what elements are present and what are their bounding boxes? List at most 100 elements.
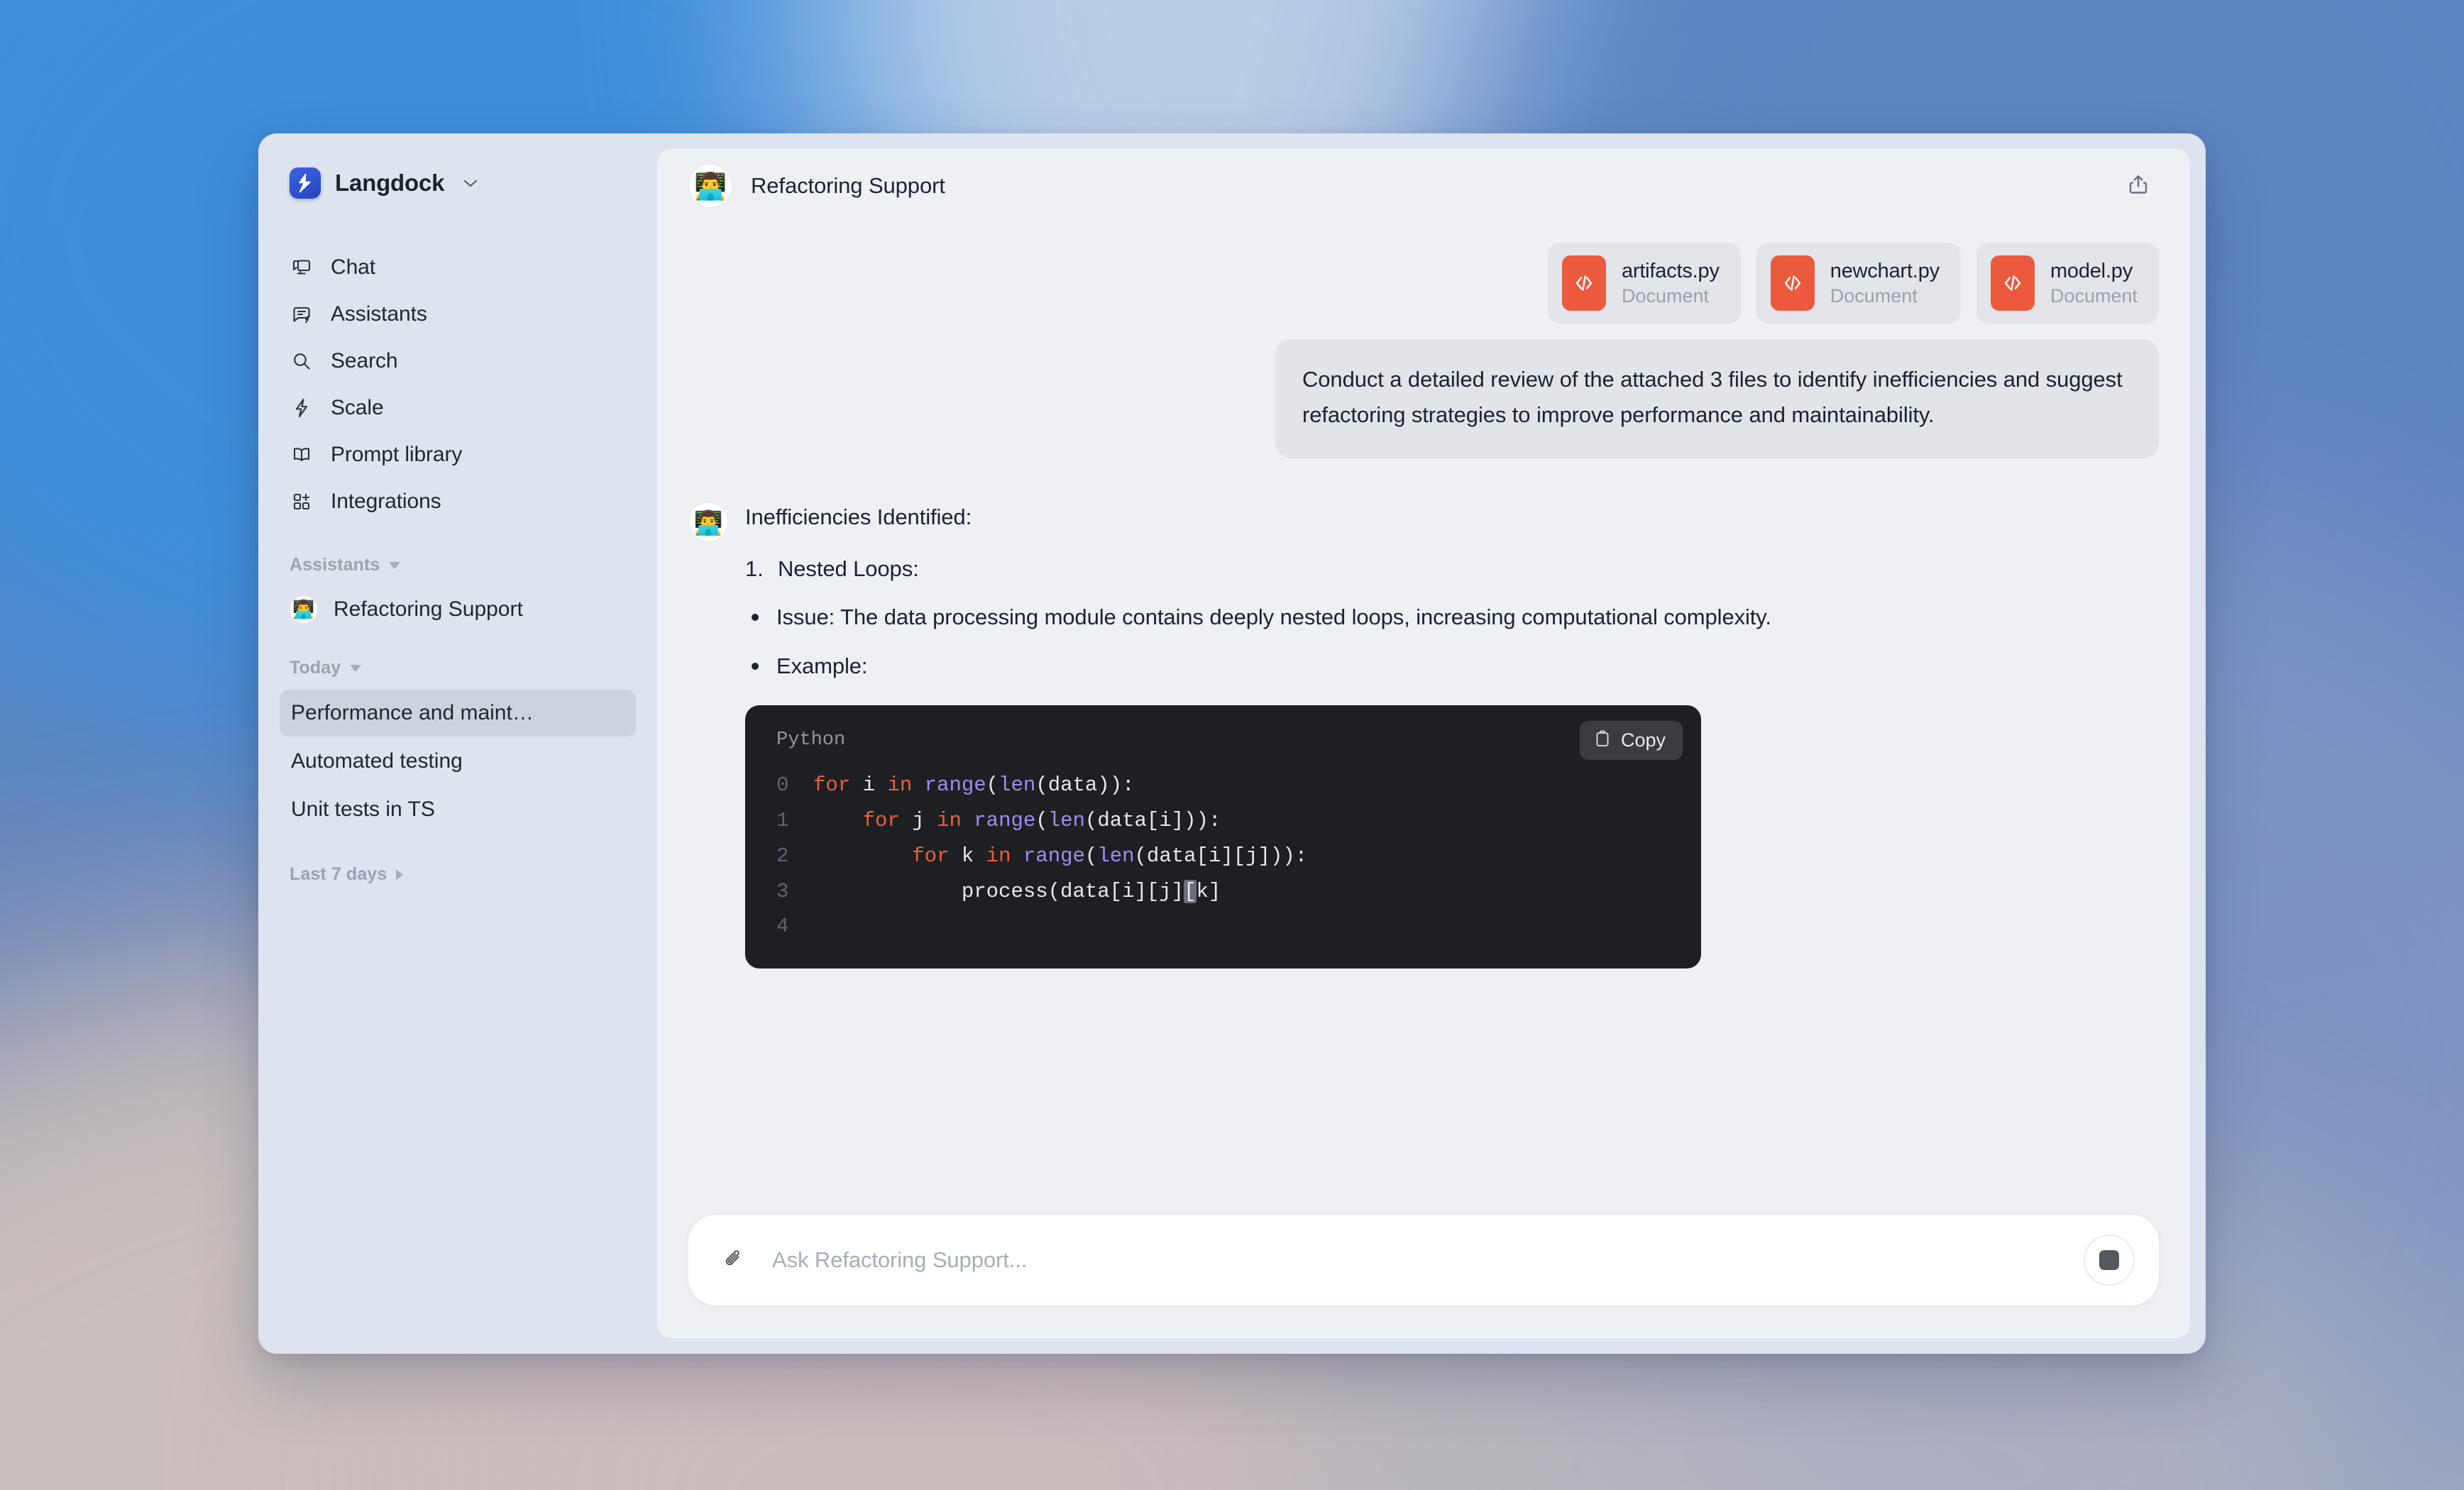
code-file-icon (1990, 255, 2035, 311)
last-7-days-section-title: Last 7 days (290, 864, 387, 884)
grid-plus-icon (290, 490, 314, 514)
user-message: Conduct a detailed review of the attache… (1275, 339, 2159, 459)
attachment-type: Document (1621, 285, 1709, 307)
chevron-right-icon (396, 868, 404, 881)
share-upload-icon (2127, 173, 2150, 199)
code-line: 0 for i in range(len(data)): (745, 768, 1701, 803)
attachment-meta: artifacts.py Document (1622, 260, 1720, 307)
share-button[interactable] (2118, 165, 2159, 206)
page-title: Refactoring Support (751, 173, 945, 198)
avatar: 👨‍💻 (290, 595, 318, 624)
sidebar-item-label: Chat (331, 255, 375, 279)
attachment-name: artifacts.py (1621, 259, 1720, 282)
chat-item-unit-tests-in-ts[interactable]: Unit tests in TS (280, 786, 636, 833)
attachment-type: Document (2050, 285, 2138, 307)
code-file-icon (1770, 255, 1815, 311)
bullet-list: Issue: The data processing module contai… (745, 600, 2159, 683)
sidebar-item-integrations[interactable]: Integrations (280, 480, 636, 524)
app-window: Langdock Chat Assistants Search Scale Pr… (258, 133, 2206, 1354)
assistant-lead-text: Inefficiencies Identified: (745, 504, 972, 530)
user-message-text: Conduct a detailed review of the attache… (1302, 367, 2123, 428)
code-line-text: for k in range(len(data[i][j])): (912, 844, 1308, 868)
code-line: 2 for k in range(len(data[i][j])): (745, 839, 1701, 874)
langdock-logo-icon (290, 167, 321, 199)
list-item: Nested Loops: (745, 553, 2159, 586)
sidebar-item-chat[interactable]: Chat (280, 245, 636, 289)
stop-generation-button[interactable] (2084, 1235, 2135, 1286)
chevron-down-icon (350, 664, 362, 672)
copy-code-label: Copy (1620, 729, 1666, 751)
sidebar-item-assistants[interactable]: Assistants (280, 292, 636, 336)
code-language-label: Python (776, 729, 846, 751)
sidebar: Langdock Chat Assistants Search Scale Pr… (258, 133, 657, 1354)
assistant-name: Refactoring Support (334, 597, 523, 621)
chat-item-automated-testing[interactable]: Automated testing (280, 738, 636, 785)
chat-header: 👨‍💻 Refactoring Support (657, 149, 2190, 223)
code-line: 1 for j in range(len(data[i])): (745, 803, 1701, 839)
message-scroll-area[interactable]: artifacts.py Document newchart.py Docume… (688, 223, 2159, 1215)
attachment-name: model.py (2050, 259, 2133, 282)
assistants-section-header[interactable]: Assistants (280, 555, 636, 575)
copy-code-button[interactable]: Copy (1579, 720, 1683, 760)
primary-navigation: Chat Assistants Search Scale Prompt libr… (280, 245, 636, 524)
attach-file-button[interactable] (714, 1240, 754, 1280)
today-section-title: Today (290, 658, 341, 678)
composer-wrapper (657, 1215, 2190, 1338)
sidebar-item-label: Integrations (331, 490, 441, 513)
main-panel: 👨‍💻 Refactoring Support (657, 149, 2190, 1338)
assistant-message: 👨‍💻 Inefficiencies Identified: Nested Lo… (688, 501, 2159, 969)
code-line-number: 1 (776, 808, 789, 832)
attachment-card-model-py[interactable]: model.py Document (1976, 243, 2159, 324)
code-line-number: 4 (776, 915, 789, 939)
chevron-down-icon (389, 561, 401, 569)
sidebar-assistant-refactoring-support[interactable]: 👨‍💻 Refactoring Support (280, 587, 636, 632)
chat-item-performance-and-maintainability[interactable]: Performance and maint… (280, 690, 636, 736)
stop-square-icon (2099, 1250, 2119, 1270)
code-line-number: 2 (776, 844, 789, 868)
sidebar-item-label: Search (331, 349, 398, 372)
clipboard-icon (1594, 729, 1611, 751)
message-input[interactable] (754, 1247, 2084, 1273)
attachment-card-artifacts-py[interactable]: artifacts.py Document (1547, 243, 1741, 324)
sidebar-item-label: Scale (331, 396, 384, 419)
code-line-text: for i in range(len(data)): (813, 773, 1135, 797)
list-item: Example: (745, 649, 2159, 684)
code-line-text: process(data[i][j][k] (813, 879, 1221, 903)
attachment-meta: newchart.py Document (1830, 260, 1940, 307)
avatar: 👨‍💻 (688, 164, 732, 208)
code-block: Python Copy 0 for i in range(len(data)):… (745, 705, 1701, 969)
chat-history-today: Performance and maint… Automated testing… (280, 690, 636, 833)
today-section-header[interactable]: Today (280, 658, 636, 678)
code-line-number: 3 (776, 879, 789, 903)
code-line-text: for j in range(len(data[i])): (862, 808, 1221, 832)
attachment-type: Document (1830, 285, 1918, 307)
code-file-icon (1561, 255, 1606, 311)
brand-switcher[interactable]: Langdock (280, 167, 636, 199)
sidebar-item-label: Assistants (331, 302, 427, 326)
attachment-card-newchart-py[interactable]: newchart.py Document (1756, 243, 1961, 324)
code-line: 4 (745, 909, 1701, 944)
paperclip-icon (722, 1247, 745, 1274)
attachment-name: newchart.py (1830, 259, 1940, 282)
lightning-bolt-icon (290, 396, 314, 420)
search-icon (290, 349, 314, 373)
code-line: 3 process(data[i][j][k] (745, 874, 1701, 910)
attachment-meta: model.py Document (2050, 260, 2138, 307)
last-7-days-section-header[interactable]: Last 7 days (280, 864, 636, 885)
message-composer (688, 1215, 2159, 1306)
brand-name: Langdock (335, 170, 445, 196)
conversation: artifacts.py Document newchart.py Docume… (657, 223, 2190, 1215)
sidebar-item-scale[interactable]: Scale (280, 386, 636, 430)
attachment-row: artifacts.py Document newchart.py Docume… (688, 243, 2159, 324)
code-line-number: 0 (776, 773, 789, 797)
chat-bubbles-icon (290, 255, 314, 280)
sidebar-item-search[interactable]: Search (280, 339, 636, 383)
assistants-section-title: Assistants (290, 555, 380, 575)
chevron-down-icon[interactable] (463, 178, 478, 188)
avatar: 👨‍💻 (688, 502, 728, 543)
list-item: Issue: The data processing module contai… (745, 600, 2159, 635)
numbered-list: Nested Loops: (745, 553, 2159, 586)
sidebar-item-label: Prompt library (331, 443, 463, 466)
sidebar-item-prompt-library[interactable]: Prompt library (280, 433, 636, 477)
